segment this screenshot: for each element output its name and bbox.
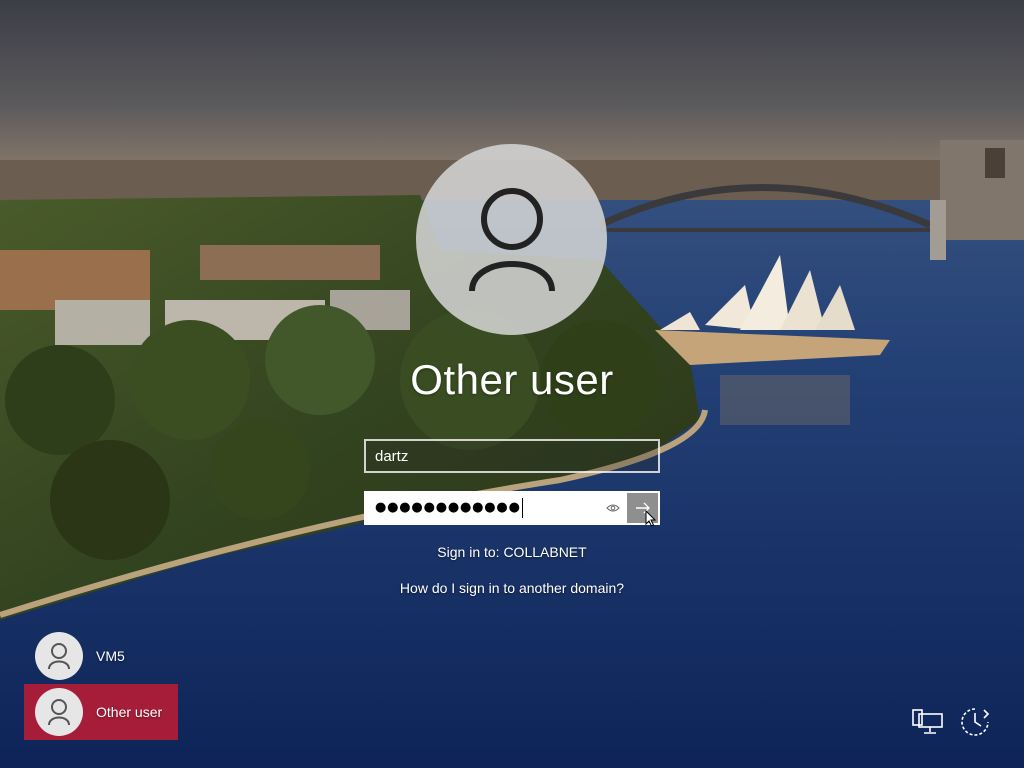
power-button[interactable] (958, 705, 992, 739)
network-button[interactable] (911, 705, 945, 739)
password-input[interactable]: ●●●●●●●●●●●● (366, 493, 599, 523)
user-tile-label: VM5 (96, 648, 125, 664)
mouse-cursor-icon (645, 510, 657, 527)
network-icon (912, 709, 943, 734)
another-domain-link[interactable]: How do I sign in to another domain? (0, 580, 1024, 596)
person-icon (48, 699, 70, 726)
user-tile-label: Other user (96, 704, 163, 720)
text-caret (521, 497, 523, 518)
user-tile-vm5[interactable]: VM5 (24, 628, 178, 684)
password-mask: ●●●●●●●●●●●● (375, 500, 521, 515)
person-icon (468, 187, 555, 291)
sign-in-domain-text: Sign in to: COLLABNET (437, 544, 587, 560)
power-icon (961, 708, 990, 736)
submit-button[interactable] (627, 493, 658, 527)
account-name-title: Other user (410, 356, 614, 403)
user-tile-other-user[interactable]: Other user (24, 684, 178, 740)
avatar (35, 688, 83, 736)
reveal-password-button[interactable] (599, 493, 627, 523)
person-icon (48, 643, 70, 670)
username-input[interactable] (364, 439, 660, 473)
user-avatar-large (416, 144, 607, 335)
password-field[interactable]: ●●●●●●●●●●●● (364, 491, 660, 527)
eye-icon (606, 504, 620, 512)
avatar (35, 632, 83, 680)
